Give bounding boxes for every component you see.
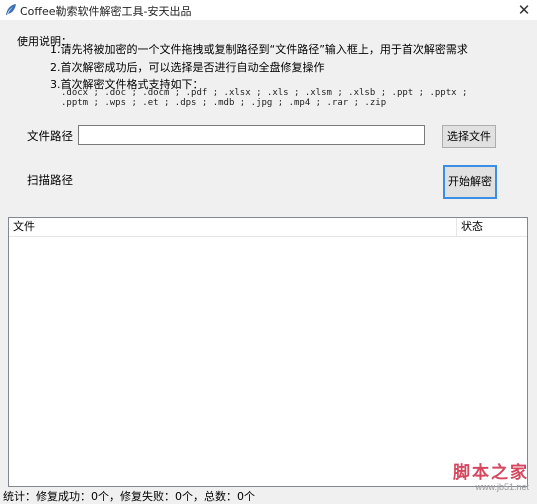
format-list-line-2: .pptm ; .wps ; .et ; .dps ; .mdb ; .jpg … xyxy=(61,98,387,108)
watermark-text: 脚本之家 xyxy=(453,463,529,483)
instruction-line-2: 2.首次解密成功后，可以选择是否进行自动全盘修复操作 xyxy=(50,61,325,74)
format-list-line-1: .docx ; .doc ; .docm ; .pdf ; .xlsx ; .x… xyxy=(61,88,468,98)
column-header-file[interactable]: 文件 xyxy=(9,218,457,236)
file-path-label: 文件路径 xyxy=(27,129,73,143)
scan-path-label: 扫描路径 xyxy=(27,173,73,187)
list-header: 文件 状态 xyxy=(9,218,527,237)
instruction-line-1: 1.请先将被加密的一个文件拖拽或复制路径到“文件路径”输入框上，用于首次解密需求 xyxy=(50,43,468,56)
window-title: Coffee勒索软件解密工具-安天出品 xyxy=(20,5,192,18)
select-file-button[interactable]: 选择文件 xyxy=(442,125,496,148)
status-bar: 统计：修复成功：0个，修复失败：0个，总数：0个 xyxy=(3,490,255,503)
column-header-status[interactable]: 状态 xyxy=(457,218,527,236)
watermark-logo: 脚本之家 www.jb51.net xyxy=(453,465,529,492)
feather-icon xyxy=(6,4,16,15)
file-list[interactable]: 文件 状态 xyxy=(8,217,528,487)
list-body[interactable] xyxy=(9,237,527,486)
close-button[interactable]: ✕ xyxy=(511,0,537,20)
start-decrypt-button[interactable]: 开始解密 xyxy=(443,165,497,199)
file-path-input[interactable] xyxy=(78,125,425,145)
watermark-url: www.jb51.net xyxy=(475,482,529,492)
title-bar: Coffee勒索软件解密工具-安天出品 ✕ xyxy=(0,0,537,20)
